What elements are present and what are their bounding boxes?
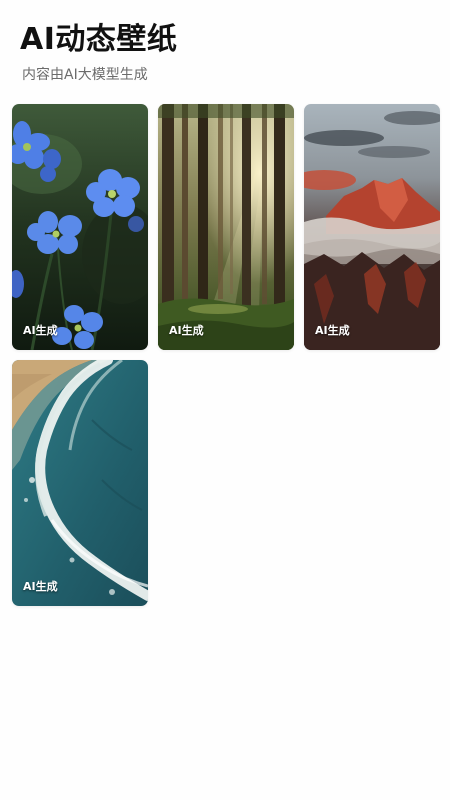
page-title: AI动态壁纸 bbox=[20, 22, 178, 57]
wallpaper-card-red-mountain-clouds[interactable]: AI生成 bbox=[304, 104, 440, 350]
ai-generated-badge: AI生成 bbox=[169, 324, 204, 337]
wallpaper-image-sunlit-forest bbox=[158, 104, 294, 350]
wallpaper-card-ocean-waves-beach[interactable]: AI生成 bbox=[12, 360, 148, 606]
ai-generated-badge: AI生成 bbox=[315, 324, 350, 337]
ai-generated-badge: AI生成 bbox=[23, 580, 58, 593]
wallpaper-image-ocean-waves-beach bbox=[12, 360, 148, 606]
wallpaper-page: AI动态壁纸 内容由AI大模型生成 AI生成 AI生成 AI生成 AI生成 bbox=[0, 0, 450, 800]
page-subtitle: 内容由AI大模型生成 bbox=[22, 67, 148, 83]
ai-generated-badge: AI生成 bbox=[23, 324, 58, 337]
wallpaper-card-blue-flowers[interactable]: AI生成 bbox=[12, 104, 148, 350]
wallpaper-image-red-mountain-clouds bbox=[304, 104, 440, 350]
wallpaper-card-sunlit-forest[interactable]: AI生成 bbox=[158, 104, 294, 350]
wallpaper-image-blue-flowers bbox=[12, 104, 148, 350]
